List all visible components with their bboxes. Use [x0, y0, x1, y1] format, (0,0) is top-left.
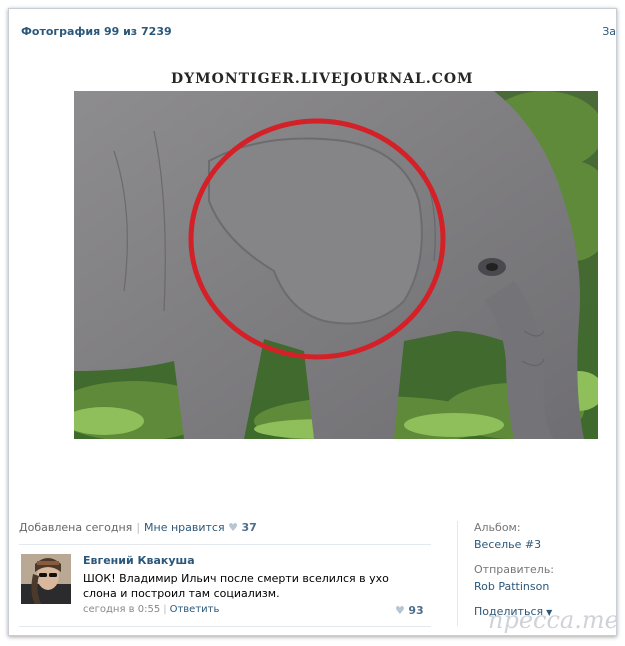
sender-label: Отправитель: [474, 563, 555, 576]
reply-link[interactable]: Ответить [170, 604, 220, 615]
comment-text: ШОК! Владимир Ильич после смерти вселилс… [83, 572, 389, 600]
album-label: Альбом: [474, 521, 521, 534]
album-link[interactable]: Веселье #3 [474, 538, 607, 551]
comment-like-button[interactable]: ♥ 93 [395, 604, 424, 617]
comment-time: сегодня в 0:55 [83, 604, 161, 615]
photo-watermark: DYMONTIGER.LIVEJOURNAL.COM [171, 71, 474, 87]
photo-info-bar: Добавлена сегодня | Мне нравится ♥ 37 [19, 521, 257, 534]
added-date: Добавлена сегодня [19, 521, 133, 534]
heart-icon[interactable]: ♥ [228, 521, 238, 534]
like-count: 37 [241, 521, 257, 534]
elephant-photo[interactable] [74, 91, 598, 439]
close-link[interactable]: За [602, 25, 616, 38]
sender-link[interactable]: Rob Pattinson [474, 580, 607, 593]
comment-meta: сегодня в 0:55 | Ответить [83, 604, 220, 615]
avatar[interactable] [21, 554, 71, 604]
comment-like-count: 93 [408, 604, 424, 617]
heart-icon: ♥ [395, 604, 405, 617]
divider [19, 626, 431, 627]
comment-author-link[interactable]: Евгений Квакуша [83, 554, 195, 567]
photo-counter-title: Фотография 99 из 7239 [21, 25, 172, 38]
divider [19, 544, 431, 545]
site-watermark: пресса.те [488, 606, 619, 634]
photo-viewer-window: Фотография 99 из 7239 За DYMONTIGER.LIVE… [8, 8, 617, 636]
like-button[interactable]: Мне нравится [144, 521, 225, 534]
